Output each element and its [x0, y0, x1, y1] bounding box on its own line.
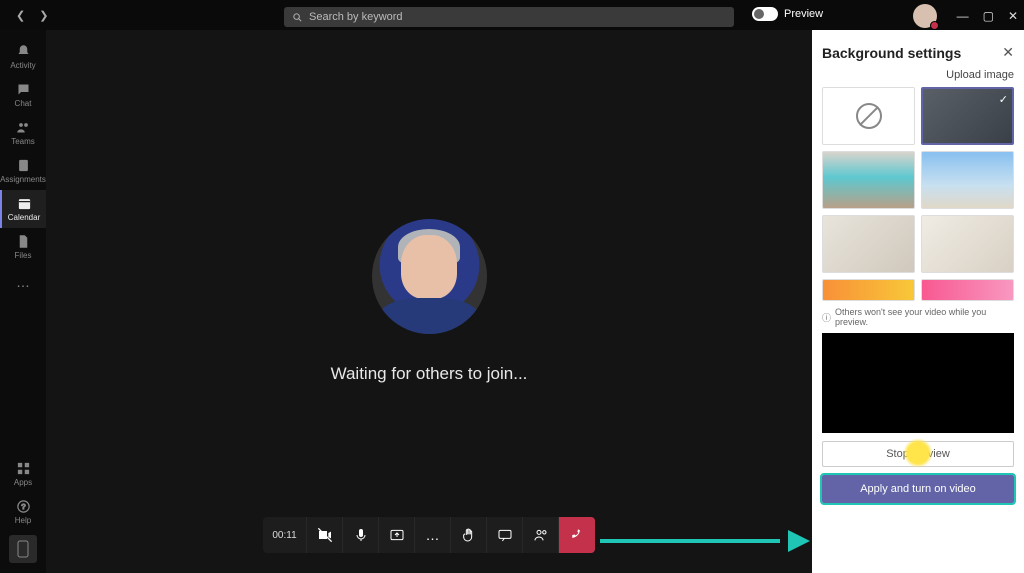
- panel-title: Background settings: [822, 45, 961, 61]
- background-option[interactable]: [822, 279, 915, 301]
- background-option[interactable]: [921, 279, 1014, 301]
- panel-close-button[interactable]: ✕: [1002, 44, 1014, 61]
- mic-button[interactable]: [343, 517, 379, 553]
- sidebar-more[interactable]: …: [16, 266, 30, 298]
- sidebar-item-files[interactable]: Files: [0, 228, 46, 266]
- sidebar-item-label: Files: [15, 251, 32, 260]
- search-icon: [292, 12, 303, 23]
- sidebar-item-label: Help: [15, 516, 31, 525]
- minimize-button[interactable]: ―: [957, 9, 969, 23]
- people-icon: [533, 527, 549, 543]
- none-icon: [856, 103, 882, 129]
- sidebar-item-activity[interactable]: Activity: [0, 38, 46, 76]
- files-icon: [16, 234, 31, 249]
- share-button[interactable]: [379, 517, 415, 553]
- teams-icon: [16, 120, 31, 135]
- preview-toggle[interactable]: Preview: [752, 7, 823, 21]
- background-option[interactable]: [822, 151, 915, 209]
- chat-button[interactable]: [487, 517, 523, 553]
- preview-info: ⓘ Others won't see your video while you …: [822, 307, 1014, 327]
- search-input[interactable]: Search by keyword: [284, 7, 734, 27]
- sidebar: Activity Chat Teams Assignments Calendar…: [0, 30, 46, 573]
- preview-label: Preview: [784, 8, 823, 20]
- sidebar-item-label: Assignments: [0, 175, 46, 184]
- camera-off-icon: [317, 527, 333, 543]
- participant-avatar: [372, 219, 487, 334]
- sidebar-item-chat[interactable]: Chat: [0, 76, 46, 114]
- phone-icon: [17, 540, 29, 558]
- hand-icon: [461, 527, 477, 543]
- hangup-icon: [569, 527, 585, 543]
- background-option-none[interactable]: [822, 87, 915, 145]
- call-controls: 00:11 …: [263, 517, 595, 553]
- meeting-status: Waiting for others to join...: [331, 364, 528, 384]
- apps-icon: [16, 461, 31, 476]
- nav-back[interactable]: ❮: [12, 7, 29, 24]
- annotation-arrow: [600, 537, 810, 545]
- titlebar: ❮ ❯ Search by keyword Preview ― ▢ ✕: [0, 0, 1024, 30]
- background-option[interactable]: [921, 215, 1014, 273]
- stop-preview-button[interactable]: Stop preview: [822, 441, 1014, 467]
- maximize-button[interactable]: ▢: [983, 9, 994, 23]
- video-preview: [822, 333, 1014, 433]
- apply-button[interactable]: Apply and turn on video: [822, 475, 1014, 503]
- sidebar-item-label: Calendar: [8, 213, 40, 222]
- sidebar-item-label: Chat: [15, 99, 32, 108]
- info-icon: ⓘ: [822, 311, 831, 324]
- sidebar-item-teams[interactable]: Teams: [0, 114, 46, 152]
- more-button[interactable]: …: [415, 517, 451, 553]
- cursor-highlight: [903, 438, 933, 468]
- background-option-blur[interactable]: ✓: [921, 87, 1014, 145]
- toggle-switch[interactable]: [752, 7, 778, 21]
- svg-text:?: ?: [21, 502, 25, 511]
- chat-icon: [16, 82, 31, 97]
- assignments-icon: [16, 158, 31, 173]
- raise-hand-button[interactable]: [451, 517, 487, 553]
- check-icon: ✓: [999, 93, 1008, 106]
- more-icon: …: [426, 527, 440, 543]
- sidebar-item-assignments[interactable]: Assignments: [0, 152, 46, 190]
- call-timer: 00:11: [263, 517, 307, 553]
- close-button[interactable]: ✕: [1008, 9, 1018, 23]
- sidebar-item-calendar[interactable]: Calendar: [0, 190, 46, 228]
- background-option[interactable]: [822, 215, 915, 273]
- participants-button[interactable]: [523, 517, 559, 553]
- background-settings-panel: Background settings ✕ Upload image ✓ ⓘ O…: [812, 30, 1024, 573]
- user-avatar[interactable]: [913, 4, 937, 28]
- sidebar-item-label: Apps: [14, 478, 32, 487]
- hangup-button[interactable]: [559, 517, 595, 553]
- background-option[interactable]: [921, 151, 1014, 209]
- mic-icon: [353, 527, 369, 543]
- meeting-stage: Waiting for others to join... 00:11 …: [46, 30, 812, 573]
- sidebar-item-label: Teams: [11, 137, 35, 146]
- help-icon: ?: [16, 499, 31, 514]
- calendar-icon: [17, 196, 32, 211]
- search-placeholder: Search by keyword: [309, 11, 403, 23]
- sidebar-item-apps[interactable]: Apps: [0, 455, 46, 493]
- sidebar-item-label: Activity: [10, 61, 35, 70]
- sidebar-phone[interactable]: [9, 535, 37, 563]
- chat-bubble-icon: [497, 527, 513, 543]
- sidebar-item-help[interactable]: ? Help: [0, 493, 46, 531]
- nav-forward[interactable]: ❯: [35, 7, 52, 24]
- camera-button[interactable]: [307, 517, 343, 553]
- bell-icon: [16, 44, 31, 59]
- share-icon: [389, 527, 405, 543]
- upload-image-link[interactable]: Upload image: [822, 69, 1014, 81]
